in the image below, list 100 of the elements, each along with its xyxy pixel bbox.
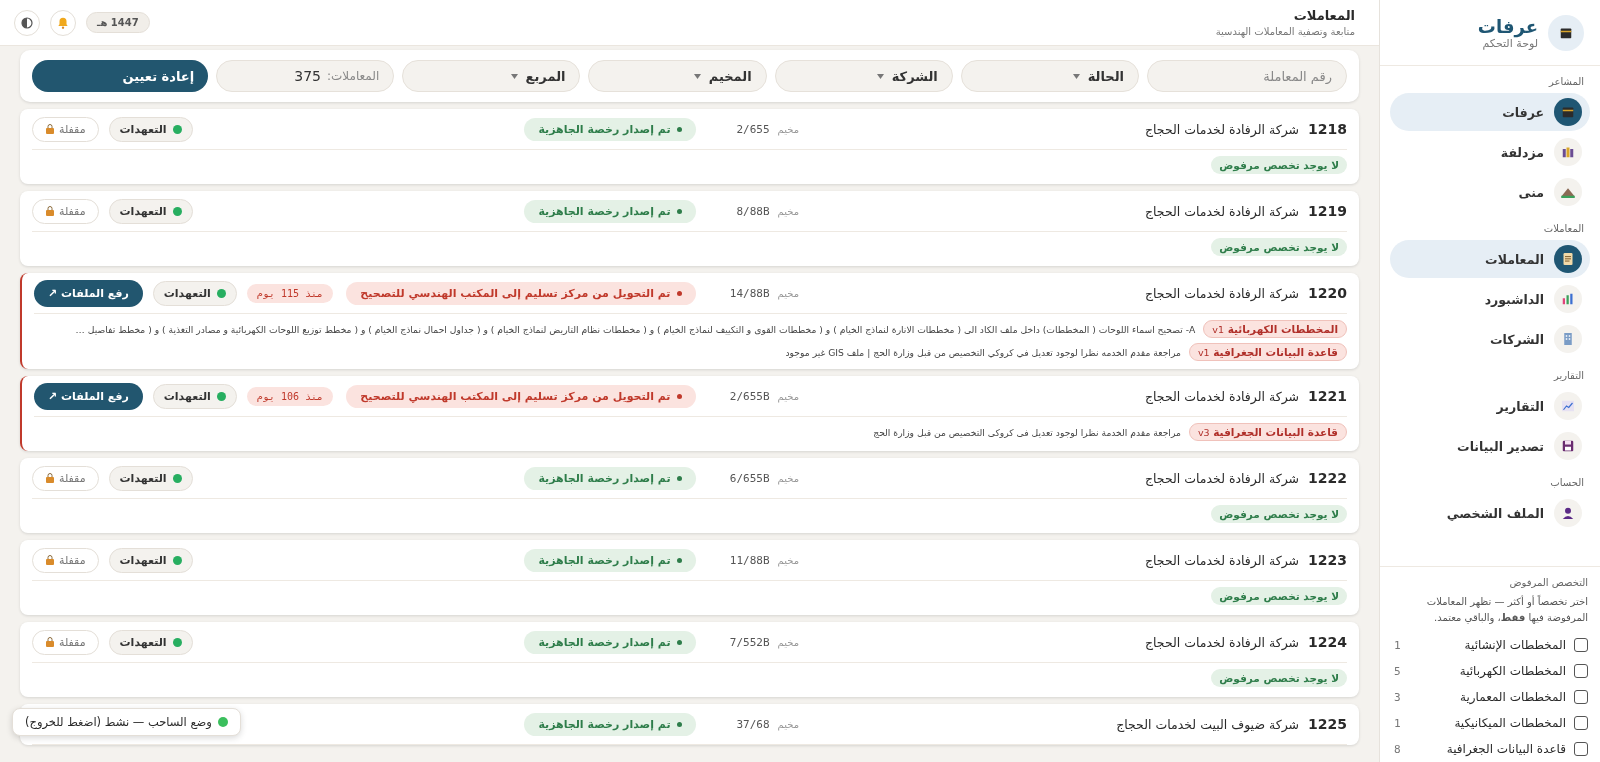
status-pill: تم إصدار رخصة الجاهزية xyxy=(524,548,696,572)
locked-button[interactable]: مقفلة xyxy=(32,629,99,655)
camp-code: 2/655 xyxy=(735,122,770,136)
sidebar-item[interactable]: المعاملات xyxy=(1390,240,1590,278)
camp-label: مخيم xyxy=(777,554,799,566)
no-rejection-badge: لا يوجد تخصص مرفوض xyxy=(1211,587,1347,605)
pledges-button[interactable]: التعهدات xyxy=(108,465,193,491)
locked-button[interactable]: مقفلة xyxy=(32,116,99,142)
transaction-number: 1225 xyxy=(1307,716,1347,732)
page-subtitle: متابعة وتصفية المعاملات الهندسية xyxy=(1215,26,1355,37)
reset-button[interactable]: إعادة تعيين xyxy=(31,60,209,92)
option-label[interactable]: المخططات الميكانيكية xyxy=(1454,716,1566,730)
locked-button[interactable]: مقفلة xyxy=(32,547,99,573)
no-rejection-badge: لا يوجد تخصص مرفوض xyxy=(1211,505,1347,523)
pledges-button[interactable]: التعهدات xyxy=(108,547,193,573)
option-count: 8 xyxy=(1394,742,1401,756)
company-name: شركة الرفادة لخدمات الحجاج xyxy=(1143,552,1299,568)
company-name: شركة الرفادة لخدمات الحجاج xyxy=(1143,121,1299,137)
status-pill: تم التحويل من مركز تسليم إلى المكتب الهندسي للتصحيح xyxy=(346,281,696,305)
option-label[interactable]: المخططات الكهربائية xyxy=(1459,664,1566,678)
checkbox[interactable] xyxy=(1574,664,1588,678)
sidebar-item[interactable]: مزدلفة xyxy=(1390,133,1590,171)
bell-icon xyxy=(56,15,70,30)
locked-button[interactable]: مقفلة xyxy=(32,198,99,224)
checkbox[interactable] xyxy=(1574,638,1588,652)
pledges-button[interactable]: التعهدات xyxy=(108,198,193,224)
option-label[interactable]: المخططات الإنشائية xyxy=(1464,638,1566,652)
page-title: المعاملات xyxy=(1292,8,1355,23)
camp-code: 37/68 xyxy=(735,717,770,731)
transaction-number: 1221 xyxy=(1307,388,1347,404)
lock-icon xyxy=(45,206,55,216)
transaction-number: 1220 xyxy=(1307,285,1347,301)
year-badge: 1447 هـ xyxy=(86,12,150,33)
transaction-number: 1219 xyxy=(1307,203,1347,219)
sidebar-item[interactable]: تصدير البيانات xyxy=(1390,427,1590,465)
filter-dropdown[interactable]: الحالة xyxy=(960,60,1139,92)
transaction-number-field[interactable]: رقم المعاملة xyxy=(1147,60,1347,92)
caret-icon xyxy=(510,73,518,79)
camp-label: مخيم xyxy=(777,287,799,299)
option-label[interactable]: قاعدة البيانات الجغرافية xyxy=(1446,742,1566,756)
sidebar-item[interactable]: عرفات xyxy=(1390,93,1590,131)
section-title: المشاعر xyxy=(1547,75,1585,89)
sidebar-item[interactable]: منى xyxy=(1390,173,1590,211)
pledges-button[interactable]: التعهدات xyxy=(152,280,237,306)
filter-dropdown[interactable]: المربع xyxy=(402,60,581,92)
camp-code: 8/88B xyxy=(735,204,770,218)
age-badge: منذ 106 يوم xyxy=(246,386,334,406)
camp-label: مخيم xyxy=(777,390,799,402)
upload-files-button[interactable]: رفع الملفات ↗ xyxy=(34,279,143,307)
status-pill: تم التحويل من مركز تسليم إلى المكتب الهندسي للتصحيح xyxy=(346,384,696,408)
locked-button[interactable]: مقفلة xyxy=(32,465,99,491)
rejection-note: مراجعة مقدم الخدمه نظرا لوجود تعديل في كروكي التخصيص من قبل وزارة الحج | ملف GIS غير موجود xyxy=(785,346,1181,358)
no-rejection-badge: لا يوجد تخصص مرفوض xyxy=(1211,238,1347,256)
drag-mode-toast[interactable]: وضع الساحب — نشط (اضغط للخروج) xyxy=(12,708,241,736)
option-count: 1 xyxy=(1394,716,1401,730)
lock-icon xyxy=(45,473,55,483)
transaction-number: 1222 xyxy=(1307,470,1347,486)
brand-title: عرفات xyxy=(1477,15,1538,37)
camp-label: مخيم xyxy=(777,636,799,648)
status-pill: تم إصدار رخصة الجاهزية xyxy=(524,117,696,141)
sidebar-item[interactable]: التقارير xyxy=(1390,387,1590,425)
upload-files-button[interactable]: رفع الملفات ↗ xyxy=(34,382,143,410)
camp-code: 11/88B xyxy=(728,553,770,567)
lock-icon xyxy=(45,555,55,565)
pledges-button[interactable]: التعهدات xyxy=(108,116,193,142)
transaction-number: 1224 xyxy=(1307,634,1347,650)
filter-dropdown[interactable]: المخيم xyxy=(588,60,767,92)
status-pill: تم إصدار رخصة الجاهزية xyxy=(524,199,696,223)
checkbox[interactable] xyxy=(1574,690,1588,704)
theme-toggle-button[interactable] xyxy=(14,9,40,36)
company-name: شركة ضيوف البيت لخدمات الحجاج xyxy=(1115,716,1299,732)
company-name: شركة الرفادة لخدمات الحجاج xyxy=(1143,285,1299,301)
option-label[interactable]: المخططات المعمارية xyxy=(1460,690,1566,704)
camp-label: مخيم xyxy=(777,205,799,217)
pledges-button[interactable]: التعهدات xyxy=(108,629,193,655)
contrast-icon xyxy=(21,16,33,29)
filter-description: اختر تخصصاً أو أكثر — تظهر المعاملات المرفوضة فيها فقط، والباقي معتمد. xyxy=(1425,594,1588,626)
camp-code: 6/655B xyxy=(728,471,770,485)
checkbox[interactable] xyxy=(1574,742,1588,756)
filter-dropdown[interactable]: الشركة xyxy=(774,60,953,92)
sidebar-item[interactable]: الداشبورد xyxy=(1390,280,1590,318)
transaction-number: 1223 xyxy=(1307,552,1347,568)
company-name: شركة الرفادة لخدمات الحجاج xyxy=(1143,203,1299,219)
camp-label: مخيم xyxy=(777,718,799,730)
transaction-number: 1218 xyxy=(1307,121,1347,137)
option-count: 5 xyxy=(1394,664,1401,678)
camp-label: مخيم xyxy=(777,472,799,484)
section-title: التقارير xyxy=(1552,369,1585,383)
rejection-note: A- تصحيح اسماء اللوحات ( المخططات) داخل ملف الكاد الى ( مخططات الانارة لنماذج الخيام ) و ( مخططات القوى و التكييف لنماذج الخيام ) و ( مخططات نظام التاريض لنماذج الخيام ) و ( جداول احمال نماذج الخيام ) و ( مخطط توزيع اللوحات الكهربائية و مصادر التغذية ) و ( مخطط تفاصيل … xyxy=(75,323,1196,335)
status-pill: تم إصدار رخصة الجاهزية xyxy=(524,466,696,490)
sidebar-item[interactable]: الشركات xyxy=(1390,320,1590,358)
pledges-button[interactable]: التعهدات xyxy=(152,383,237,409)
lock-icon xyxy=(45,637,55,647)
no-rejection-badge: لا يوجد تخصص مرفوض xyxy=(1211,156,1347,174)
checkbox[interactable] xyxy=(1574,716,1588,730)
filter-title: التخصص المرفوض xyxy=(1508,577,1588,588)
camp-code: 2/655B xyxy=(728,389,770,403)
sidebar-item[interactable]: الملف الشخصي xyxy=(1390,494,1590,532)
company-name: شركة الرفادة لخدمات الحجاج xyxy=(1143,388,1299,404)
section-title: الحساب xyxy=(1549,476,1585,490)
